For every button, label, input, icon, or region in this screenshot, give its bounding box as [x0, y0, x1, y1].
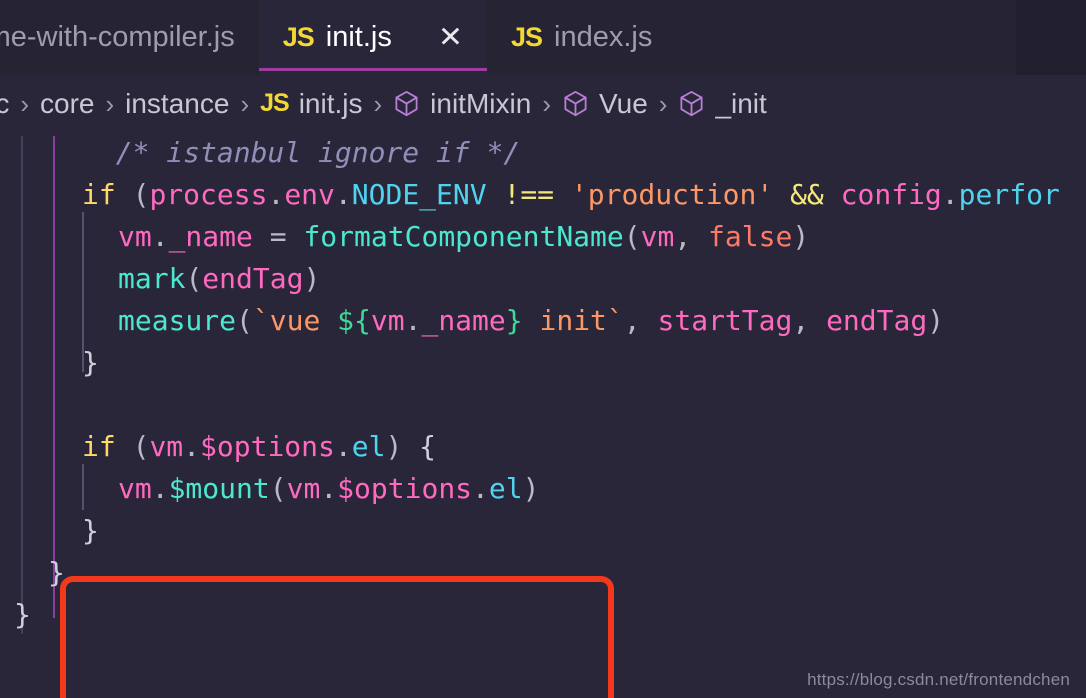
symbol-method-cube-icon — [393, 89, 420, 119]
tab-init-js[interactable]: JS init.js ✕ — [258, 0, 488, 75]
close-icon[interactable]: ✕ — [438, 23, 463, 52]
chevron-right-icon: › — [542, 88, 551, 119]
breadcrumb-item-vue[interactable]: Vue — [562, 89, 648, 119]
breadcrumb-label: Vue — [598, 87, 648, 119]
watermark-url: https://blog.csdn.net/frontendchen — [807, 670, 1070, 689]
chevron-right-icon: › — [373, 88, 383, 119]
code-line: } — [14, 598, 31, 631]
code-line: /* istanbul ignore if */ — [0, 132, 1060, 174]
breadcrumb-label: instance — [125, 87, 230, 119]
code-editor-surface[interactable]: /* istanbul ignore if */ if (process.env.… — [0, 132, 1086, 698]
tab-index-js[interactable]: JS index.js — [486, 0, 677, 75]
source-code: /* istanbul ignore if */ if (process.env.… — [0, 132, 1060, 636]
code-line: } — [82, 346, 99, 379]
tab-label: index.js — [554, 21, 653, 53]
code-line: vm.$mount(vm.$options.el) — [0, 464, 1060, 510]
chevron-right-icon: › — [658, 88, 668, 119]
breadcrumb-item-initmixin[interactable]: initMixin — [393, 89, 531, 119]
chevron-right-icon: › — [20, 88, 29, 119]
js-file-icon: JS — [510, 22, 543, 52]
vscode-editor-window: y-runtime-with-compiler.js JS init.js ✕ … — [0, 0, 1086, 698]
symbol-method-cube-icon — [678, 89, 705, 119]
code-line: mark(endTag) — [118, 262, 321, 295]
tab-label: y-runtime-with-compiler.js — [0, 21, 235, 53]
js-file-icon: JS — [282, 22, 315, 52]
breadcrumb-label: rc — [0, 87, 10, 119]
breadcrumb-label: init.js — [298, 87, 363, 119]
code-line: if (vm.$options.el) { — [82, 430, 437, 463]
code-line: } — [82, 514, 99, 547]
symbol-method-cube-icon — [562, 89, 589, 119]
code-line: vm._name = formatComponentName(vm, false… — [0, 212, 1060, 372]
breadcrumb-item-core[interactable]: core — [40, 87, 95, 119]
tab-bar-empty-area — [1016, 0, 1086, 75]
breadcrumb-label: _init — [715, 87, 767, 119]
chevron-right-icon: › — [240, 88, 250, 119]
code-line: measure(`vue ${vm._name} init`, startTag… — [118, 304, 945, 337]
breadcrumb-label: initMixin — [430, 87, 532, 119]
breadcrumb-item-init-js[interactable]: JS init.js — [260, 87, 363, 119]
breadcrumb-label: core — [40, 87, 95, 119]
js-file-icon: JS — [260, 89, 290, 117]
breadcrumb-item-instance[interactable]: instance — [125, 87, 230, 119]
breadcrumb: rc › core › instance › JS init.js › — [0, 75, 1086, 132]
breadcrumb-item-init-method[interactable]: _init — [678, 87, 767, 119]
code-line: if (process.env.NODE_ENV !== 'production… — [82, 178, 1060, 211]
code-token-comment: /* istanbul ignore if */ — [82, 136, 521, 169]
tab-entry-runtime-with-compiler[interactable]: y-runtime-with-compiler.js — [0, 0, 259, 75]
breadcrumb-item-src[interactable]: rc — [0, 87, 10, 119]
chevron-right-icon: › — [105, 88, 115, 119]
editor-tab-bar: y-runtime-with-compiler.js JS init.js ✕ … — [0, 0, 1086, 75]
tab-label: init.js — [325, 21, 392, 53]
code-line: } — [48, 556, 65, 589]
